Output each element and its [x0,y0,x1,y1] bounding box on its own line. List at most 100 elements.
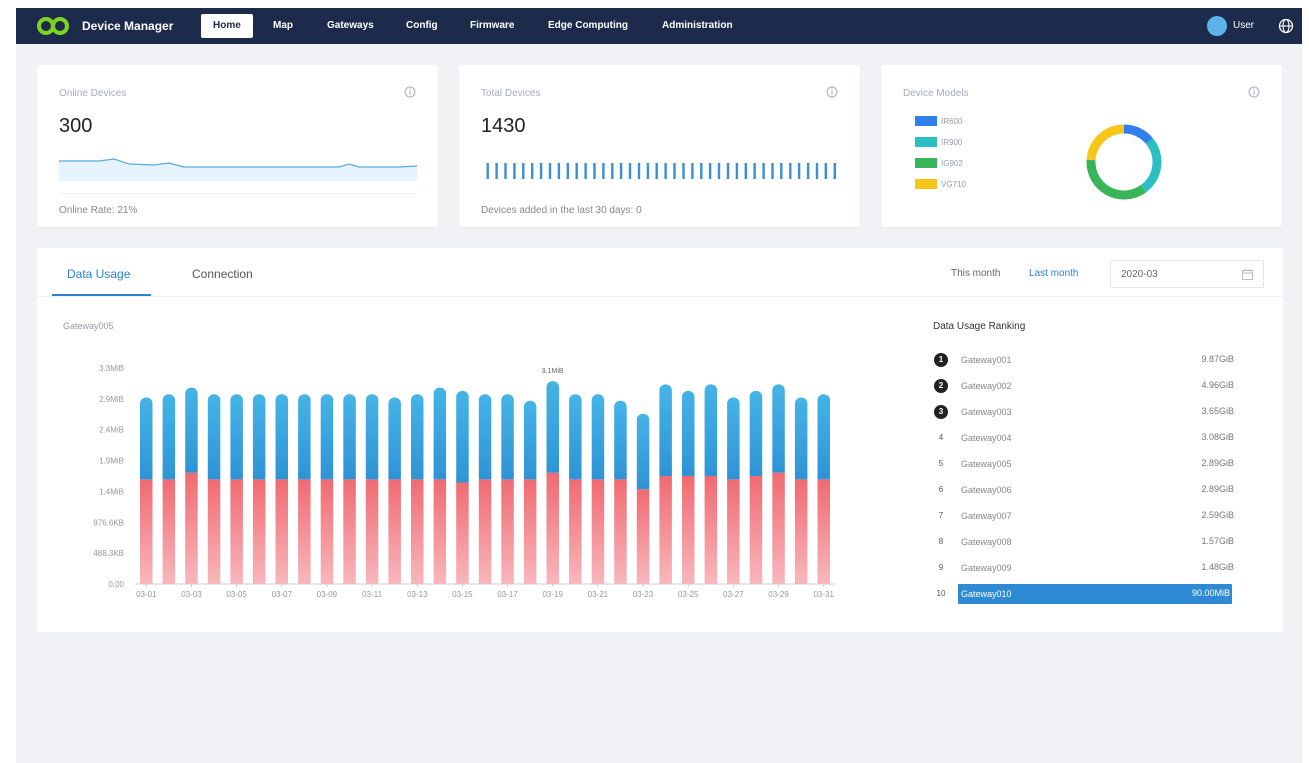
bar-upper-03-01[interactable] [140,397,153,480]
donut-slice-ig902[interactable] [1086,159,1147,200]
donut-slice-vg710[interactable] [1086,124,1125,161]
bar-lower-03-07[interactable] [275,479,289,584]
bar-upper-03-03[interactable] [185,387,198,473]
ranking-row[interactable]: 9 Gateway009 1.48GiB [934,560,1234,578]
rank-usage-value: 1.57GiB [1201,536,1234,546]
avatar[interactable] [1207,16,1227,36]
bar-upper-base [185,466,198,473]
ranking-row[interactable]: 2 Gateway002 4.96GiB [934,378,1234,396]
bar-lower-03-15[interactable] [456,482,469,585]
bar-lower-03-03[interactable] [185,472,198,584]
tab-data-usage[interactable]: Data Usage [67,267,130,281]
bar-lower-03-12[interactable] [388,479,401,584]
bar-lower-03-18[interactable] [523,479,537,584]
bar-lower-03-27[interactable] [727,479,740,584]
bar-lower-03-24[interactable] [659,476,672,584]
bar-upper-03-18[interactable] [523,400,537,480]
bar-upper-03-21[interactable] [591,394,605,480]
nav-map[interactable]: Map [273,20,293,31]
bar-lower-03-23[interactable] [636,489,650,584]
user-menu[interactable]: User [1233,20,1254,31]
bar-upper-03-22[interactable] [614,400,627,480]
bar-lower-03-05[interactable] [230,479,243,584]
bar-lower-03-21[interactable] [591,479,605,584]
nav-home[interactable]: Home [201,14,253,38]
bar-lower-03-16[interactable] [478,479,492,584]
bar-upper-03-23[interactable] [636,413,650,490]
bar-lower-03-04[interactable] [207,479,221,584]
info-icon[interactable] [404,86,416,98]
ranking-row[interactable]: 7 Gateway007 2.59GiB [934,508,1234,526]
bar-upper-03-25[interactable] [682,390,695,476]
bar-upper-03-29[interactable] [772,384,785,473]
nav-firmware[interactable]: Firmware [470,20,514,31]
nav-config[interactable]: Config [406,20,438,31]
bar-upper-03-09[interactable] [320,394,334,480]
bar-lower-03-17[interactable] [501,479,514,584]
nav-gateways[interactable]: Gateways [327,20,374,31]
bar-upper-03-04[interactable] [207,394,221,480]
bar-upper-base [817,473,830,480]
bar-lower-03-19[interactable] [546,472,560,584]
ranking-row[interactable]: 3 Gateway003 3.65GiB [934,404,1234,422]
last-month-link[interactable]: Last month [1029,268,1078,279]
bar-upper-03-14[interactable] [433,387,447,480]
ranking-row[interactable]: 1 Gateway001 9.87GiB [934,352,1234,370]
bar-upper-03-16[interactable] [478,394,492,480]
bar-upper-03-26[interactable] [704,384,718,476]
bar-upper-03-28[interactable] [749,390,763,476]
tab-connection[interactable]: Connection [192,267,253,281]
bar-upper-03-31[interactable] [817,394,831,480]
bar-upper-03-12[interactable] [388,397,401,480]
bar-lower-03-11[interactable] [365,479,379,584]
mini-bar [833,163,836,179]
bar-upper-03-19[interactable] [546,381,560,473]
nav-edge-computing[interactable]: Edge Computing [548,20,628,31]
bar-upper-03-05[interactable] [230,394,243,480]
bar-lower-03-14[interactable] [433,479,447,584]
bar-upper-03-10[interactable] [343,394,356,480]
this-month-link[interactable]: This month [951,268,1000,279]
info-icon[interactable] [1248,86,1260,98]
ranking-row[interactable]: 4 Gateway004 3.08GiB [934,430,1234,448]
donut-slice-ir900[interactable] [1140,138,1162,193]
bar-lower-03-20[interactable] [569,479,582,584]
bar-lower-03-13[interactable] [411,479,424,584]
bar-upper-03-07[interactable] [275,394,289,480]
bar-upper-03-17[interactable] [501,394,514,480]
globe-icon[interactable] [1278,18,1294,34]
bar-lower-03-29[interactable] [772,472,785,584]
ranking-row[interactable]: 5 Gateway005 2.89GiB [934,456,1234,474]
month-picker[interactable]: 2020-03 [1110,260,1264,288]
bar-upper-03-11[interactable] [365,394,379,480]
bar-upper-03-20[interactable] [569,394,582,480]
bar-upper-03-08[interactable] [298,394,311,480]
donut-slice-ir600[interactable] [1123,124,1153,145]
ranking-row[interactable]: 6 Gateway006 2.89GiB [934,482,1234,500]
bar-lower-03-25[interactable] [682,476,695,584]
bar-upper-03-13[interactable] [411,394,424,480]
bar-lower-03-02[interactable] [162,479,176,584]
ranking-row[interactable]: 8 Gateway008 1.57GiB [934,534,1234,552]
bar-lower-03-09[interactable] [320,479,334,584]
info-icon[interactable] [826,86,838,98]
bar-lower-03-08[interactable] [298,479,311,584]
nav-administration[interactable]: Administration [662,20,733,31]
ranking-row[interactable]: 10 Gateway010 90.00MiB [934,584,1234,604]
bar-lower-03-01[interactable] [140,479,153,584]
bar-lower-03-30[interactable] [794,479,808,584]
bar-lower-03-26[interactable] [704,476,718,584]
bar-lower-03-06[interactable] [252,479,266,584]
bar-lower-03-22[interactable] [614,479,627,584]
bar-lower-03-31[interactable] [817,479,831,584]
bar-upper-03-27[interactable] [727,397,740,480]
bar-upper-03-02[interactable] [162,394,176,480]
bar-upper-03-30[interactable] [794,397,808,480]
bar-upper-03-06[interactable] [252,394,266,480]
bar-lower-03-28[interactable] [749,476,763,584]
bar-lower-03-10[interactable] [343,479,356,584]
online-sparkline [59,158,417,181]
bar-upper-03-15[interactable] [456,390,469,483]
online-count: 300 [59,115,93,137]
bar-upper-03-24[interactable] [659,384,672,476]
